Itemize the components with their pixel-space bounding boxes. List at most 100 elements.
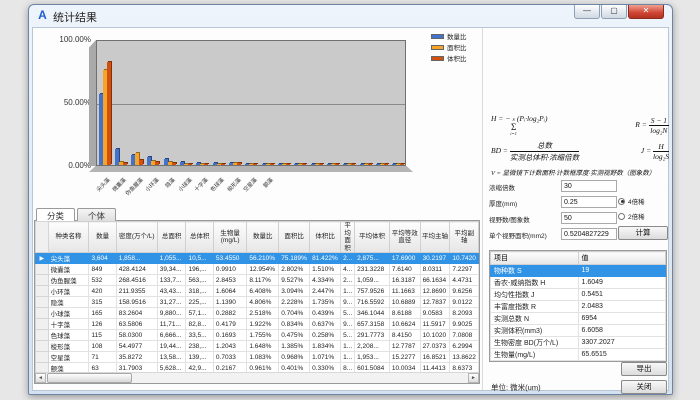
row-selector[interactable]: [36, 275, 49, 286]
scrollbar-thumb[interactable]: [47, 373, 132, 383]
cell: 211.9355: [116, 286, 157, 297]
minimize-button[interactable]: —: [574, 5, 600, 19]
cell: 1.2043: [213, 341, 246, 352]
export-button[interactable]: 导出: [621, 362, 667, 376]
scroll-left-icon[interactable]: ◄: [35, 373, 46, 383]
unit-label: 单位: 微米(um): [491, 382, 541, 393]
cell: 196,...: [186, 264, 213, 275]
cell: 66.1634: [420, 275, 450, 286]
maximize-button[interactable]: ▢: [601, 5, 627, 19]
legend-swatch: [431, 56, 444, 61]
cell: 9.527%: [279, 275, 310, 286]
field-row: 浓缩倍数: [489, 180, 669, 193]
cell: 梭形藻: [48, 341, 89, 352]
radio-2倍稀[interactable]: 2倍稀: [618, 211, 645, 221]
column-header: 生物量(mg/L): [213, 222, 246, 253]
row-selector[interactable]: ▶: [36, 253, 49, 264]
field-input-1[interactable]: [561, 180, 617, 192]
row-selector[interactable]: [36, 330, 49, 341]
titlebar[interactable]: A 统计结果 — ▢ ✕: [29, 5, 672, 26]
cell: 9.6256: [450, 286, 479, 297]
results-row[interactable]: 实测总数 N6954: [491, 313, 666, 325]
cell: 849: [89, 264, 116, 275]
column-header: 数量: [89, 222, 116, 253]
legend-swatch: [431, 34, 444, 39]
results-cell: 香农-威纳指数 H: [491, 277, 579, 289]
table-row[interactable]: 梭形藻10854.497719,44...238,...1.20431.648%…: [36, 341, 479, 352]
close-icon[interactable]: ✕: [628, 5, 664, 19]
column-header: 种类名称: [48, 222, 89, 253]
cell: 1,858...: [116, 253, 157, 264]
results-row[interactable]: 生物密度 BD(万个/L)3307.2027: [491, 337, 666, 349]
cell: 139,...: [186, 352, 213, 363]
table-row[interactable]: 隐藻315158.951631,27...225,...1.13904.806%…: [36, 297, 479, 308]
cell: 十字藻: [48, 319, 89, 330]
radio-4倍稀[interactable]: 4倍稀: [618, 196, 645, 206]
row-selector[interactable]: [36, 319, 49, 330]
field-input-3[interactable]: [561, 212, 617, 224]
table-row[interactable]: 微囊藻849428.412439,34...196,...0.991012.95…: [36, 264, 479, 275]
cell: 238,...: [186, 341, 213, 352]
table-row[interactable]: 空星藻7135.827213,58...139,...0.70331.083%0…: [36, 352, 479, 363]
chart-legend: 数量比面积比体积比: [431, 31, 467, 64]
scroll-right-icon[interactable]: ►: [468, 373, 479, 383]
cell: 1.385%: [279, 341, 310, 352]
formula-r: R = S − 1log₂N: [635, 116, 669, 135]
cell: 小环藻: [48, 286, 89, 297]
results-row[interactable]: 丰富度指数 R2.0483: [491, 301, 666, 313]
row-selector[interactable]: [36, 352, 49, 363]
row-selector[interactable]: [36, 308, 49, 319]
cell: 27.0373: [420, 341, 450, 352]
cell: 0.704%: [279, 308, 310, 319]
results-row[interactable]: 生物量(mg/L)65.6515: [491, 349, 666, 361]
bar-体积比: [335, 164, 339, 165]
table-row[interactable]: 伪鱼腥藻532268.4516133,7...563,...2.84538.11…: [36, 275, 479, 286]
species-table-container: 种类名称数量密度(万个/L)总面积总体积生物量(mg/L)数量比面积比体积比平均…: [34, 221, 480, 384]
results-row[interactable]: 均匀性指数 J0.5451: [491, 289, 666, 301]
cell: 3.094%: [279, 286, 310, 297]
row-selector[interactable]: [36, 264, 49, 275]
cell: 2.802%: [279, 264, 310, 275]
cell: 57,1...: [186, 308, 213, 319]
cell: 716.5592: [355, 297, 390, 308]
results-row[interactable]: 实测体积(mm3)6.6058: [491, 325, 666, 337]
cell: 6.408%: [247, 286, 279, 297]
cell: 0.1693: [213, 330, 246, 341]
row-selector[interactable]: [36, 341, 49, 352]
legend-label: 数量比: [447, 31, 467, 41]
formula-block: H = −SΣi=1(Pᵢ·log₂Pᵢ) R = S − 1log₂N BD …: [491, 114, 669, 178]
calculate-button[interactable]: 计算: [618, 226, 668, 240]
table-row[interactable]: 小环藻420211.935543,43...318,...1.60646.408…: [36, 286, 479, 297]
cell: 17.6900: [389, 253, 420, 264]
radio-dot: [618, 198, 625, 205]
cell: 16.3187: [389, 275, 420, 286]
cell: 小球藻: [48, 308, 89, 319]
cell: 空星藻: [48, 352, 89, 363]
cell: 7.6140: [389, 264, 420, 275]
bar-体积比: [351, 164, 355, 165]
chart-left-wall: [89, 40, 96, 166]
horizontal-scrollbar[interactable]: ◄ ►: [35, 372, 479, 383]
gridline-50: [97, 104, 405, 105]
bar-体积比: [172, 163, 176, 165]
field-input-4[interactable]: [561, 228, 617, 240]
app-icon: A: [36, 9, 49, 22]
close-button[interactable]: 关闭: [621, 380, 667, 394]
bar-体积比: [107, 62, 111, 165]
table-row[interactable]: 小球藻16583.26049,880...57,1...0.28822.518%…: [36, 308, 479, 319]
y-tick-50: 50.00%: [47, 98, 91, 107]
table-row[interactable]: ▶尖头藻3,6041,858...1,055...10,5...53.45505…: [36, 253, 479, 264]
cell: 隐藻: [48, 297, 89, 308]
cell: 1,055...: [157, 253, 186, 264]
column-header: 体积比: [310, 222, 341, 253]
table-row[interactable]: 色球藻11558.03006,666...33,5...0.16931.755%…: [36, 330, 479, 341]
row-selector[interactable]: [36, 297, 49, 308]
cell: 1.1390: [213, 297, 246, 308]
results-row[interactable]: 香农-威纳指数 H1.6049: [491, 277, 666, 289]
cell: 16.8521: [420, 352, 450, 363]
table-row[interactable]: 十字藻12663.580611,71...82,8...0.41791.922%…: [36, 319, 479, 330]
legend-swatch: [431, 45, 444, 50]
field-input-2[interactable]: [561, 196, 617, 208]
results-row[interactable]: 物种数 S19: [491, 265, 666, 277]
row-selector[interactable]: [36, 286, 49, 297]
